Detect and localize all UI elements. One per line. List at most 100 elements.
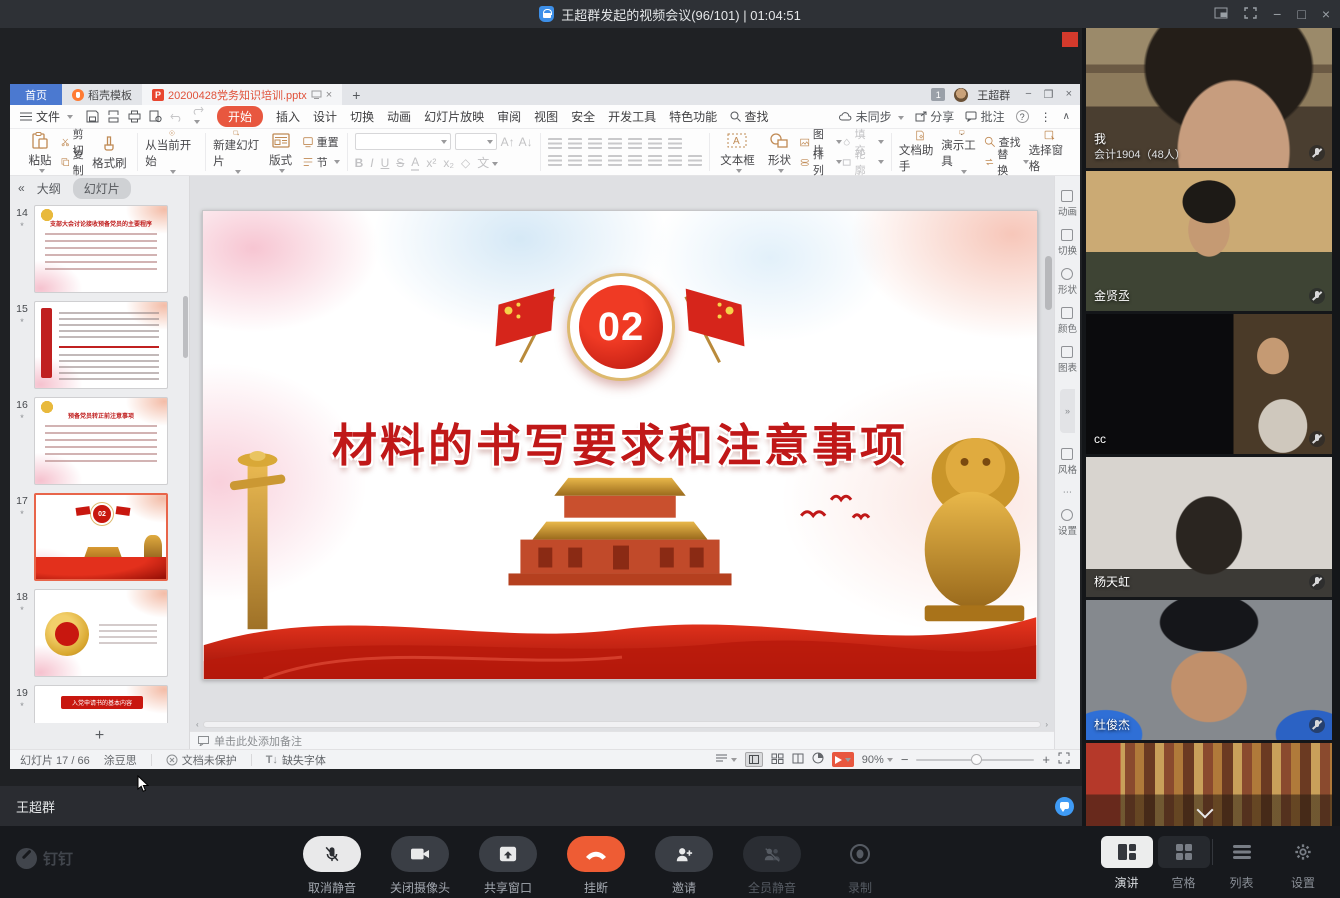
thumbnail-row-17[interactable]: 17* 02	[10, 493, 189, 581]
tab-close-icon[interactable]: ×	[326, 89, 332, 101]
tab-home[interactable]: 首页	[10, 84, 62, 105]
menu-transition[interactable]: 切换	[350, 108, 374, 125]
scroll-left-icon[interactable]: ‹	[196, 720, 199, 729]
share-button[interactable]: 分享	[915, 108, 954, 125]
more-tools-icon[interactable]: ⋯	[1063, 487, 1073, 498]
thumbnail-row-18[interactable]: 18*	[10, 589, 189, 677]
play-from-current-button[interactable]: 从当前开始	[145, 130, 198, 174]
new-slide-button[interactable]: 新建幻灯片	[213, 130, 260, 174]
layout-button[interactable]: 版式	[260, 130, 302, 174]
menu-insert[interactable]: 插入	[276, 108, 300, 125]
help-icon[interactable]: ?	[1016, 110, 1029, 123]
slide-sorter-view-button[interactable]	[771, 753, 784, 767]
notification-badge[interactable]: 1	[931, 88, 945, 101]
menu-features[interactable]: 特色功能	[669, 108, 717, 125]
thumbnail-row-19[interactable]: 19* 入党申请书的基本内容	[10, 685, 189, 723]
normal-view-button[interactable]	[745, 752, 763, 767]
handout-view-button[interactable]	[812, 752, 824, 767]
thumbnail-row-15[interactable]: 15*	[10, 301, 189, 389]
expand-pane-tab[interactable]: »	[1060, 389, 1075, 433]
tab-document[interactable]: P 20200428党务知识培训.pptx ×	[142, 84, 342, 105]
zoom-out-button[interactable]: −	[901, 752, 909, 767]
textbox-button[interactable]: A 文本框	[716, 130, 758, 174]
tool-transition[interactable]: 切换	[1058, 229, 1077, 257]
close-button[interactable]: ×	[1322, 7, 1330, 21]
menu-security[interactable]: 安全	[571, 108, 595, 125]
settings-button[interactable]: 设置	[1280, 836, 1326, 891]
video-tile[interactable]: 金贤丞	[1086, 171, 1332, 311]
add-slide-button[interactable]: +	[10, 723, 189, 749]
menu-start[interactable]: 开始	[217, 106, 263, 127]
replace-button[interactable]: 替换	[984, 154, 1029, 171]
collapse-panel-icon[interactable]: «	[18, 181, 25, 195]
unmute-button[interactable]: 取消静音	[288, 836, 376, 896]
tool-animation[interactable]: 动画	[1058, 190, 1077, 218]
select-pane-button[interactable]: 选择窗格	[1029, 130, 1071, 174]
font-size-select[interactable]	[455, 133, 497, 150]
copy-button[interactable]: 复制	[61, 154, 88, 171]
video-tile[interactable]: 杨天虹	[1086, 457, 1332, 597]
menu-file[interactable]: 文件	[20, 108, 73, 125]
invite-button[interactable]: 邀请	[640, 836, 728, 896]
chat-bubble-button[interactable]	[1055, 797, 1074, 816]
shapes-button[interactable]: 形状	[758, 130, 800, 174]
protection-status[interactable]: 文档未保护	[166, 752, 237, 768]
menu-view[interactable]: 视图	[534, 108, 558, 125]
present-tools-button[interactable]: 演示工具	[941, 130, 983, 174]
speaker-view-button[interactable]: 演讲	[1098, 836, 1155, 891]
print-icon[interactable]	[128, 110, 141, 123]
reading-view-button[interactable]	[792, 753, 804, 767]
thumbnail-row-16[interactable]: 16* 预备党员转正前注意事项	[10, 397, 189, 485]
pip-mode-icon[interactable]	[1214, 7, 1228, 22]
zoom-percent[interactable]: 90%	[862, 754, 893, 766]
reset-button[interactable]: 重置	[302, 134, 340, 151]
menu-animation[interactable]: 动画	[387, 108, 411, 125]
menu-find[interactable]: 查找	[730, 108, 768, 125]
print-preview-icon[interactable]	[149, 110, 162, 123]
video-tile[interactable]	[1086, 743, 1332, 826]
comment-button[interactable]: 批注	[965, 108, 1004, 125]
canvas-horizontal-scrollbar[interactable]: ‹ ›	[190, 718, 1054, 731]
fullscreen-icon[interactable]	[1244, 7, 1257, 22]
maximize-button[interactable]: □	[1297, 7, 1305, 21]
wps-minimize-button[interactable]: −	[1025, 88, 1031, 101]
outline-tab[interactable]: 大纲	[37, 180, 61, 197]
tool-settings[interactable]: 设置	[1058, 509, 1077, 537]
list-view-button[interactable]: 列表	[1213, 836, 1270, 891]
video-tile[interactable]: cc	[1086, 314, 1332, 454]
minimize-button[interactable]: −	[1273, 7, 1281, 21]
slides-tab[interactable]: 幻灯片	[73, 178, 131, 199]
new-tab-button[interactable]: +	[342, 87, 370, 103]
menu-slideshow[interactable]: 幻灯片放映	[424, 108, 484, 125]
collapse-ribbon-icon[interactable]: ∧	[1063, 111, 1070, 122]
video-tile-self[interactable]: 我 会计1904（48人）	[1086, 28, 1332, 168]
paste-button[interactable]: 粘贴	[19, 130, 61, 174]
video-tile[interactable]: 杜俊杰	[1086, 600, 1332, 740]
zoom-slider[interactable]	[916, 759, 1034, 761]
zoom-in-button[interactable]: +	[1042, 752, 1050, 767]
panel-scrollbar[interactable]	[183, 296, 188, 358]
thumbnail-row-14[interactable]: 14* 支部大会讨论接收预备党员的主要程序	[10, 205, 189, 293]
more-menu-icon[interactable]: ⋮	[1040, 110, 1052, 124]
fit-slide-icon[interactable]	[1058, 752, 1070, 767]
section-button[interactable]: 节	[302, 154, 340, 171]
current-slide[interactable]: 02 材料的书写要求和注意事项	[202, 210, 1038, 680]
hangup-button[interactable]: 挂断	[552, 836, 640, 896]
doc-assistant-button[interactable]: 文档助手	[899, 130, 941, 174]
missing-font-status[interactable]: T↓ 缺失字体	[266, 752, 326, 768]
tool-color[interactable]: 颜色	[1058, 307, 1077, 335]
grid-view-button[interactable]: 宫格	[1155, 836, 1212, 891]
slideshow-play-button[interactable]	[832, 752, 854, 767]
font-family-select[interactable]	[355, 133, 451, 150]
tab-docer[interactable]: 稻壳模板	[62, 84, 142, 105]
wps-restore-button[interactable]: ❐	[1044, 88, 1054, 101]
zoom-slider-knob[interactable]	[971, 754, 982, 765]
scroll-down-chevron-icon[interactable]	[1199, 802, 1213, 816]
camera-off-button[interactable]: 关闭摄像头	[376, 836, 464, 896]
tool-shape[interactable]: 形状	[1058, 268, 1077, 296]
tool-chart[interactable]: 图表	[1058, 346, 1077, 374]
menu-devtools[interactable]: 开发工具	[608, 108, 656, 125]
wps-close-button[interactable]: ×	[1066, 88, 1072, 101]
scroll-right-icon[interactable]: ›	[1045, 720, 1048, 729]
user-avatar[interactable]	[954, 88, 968, 102]
